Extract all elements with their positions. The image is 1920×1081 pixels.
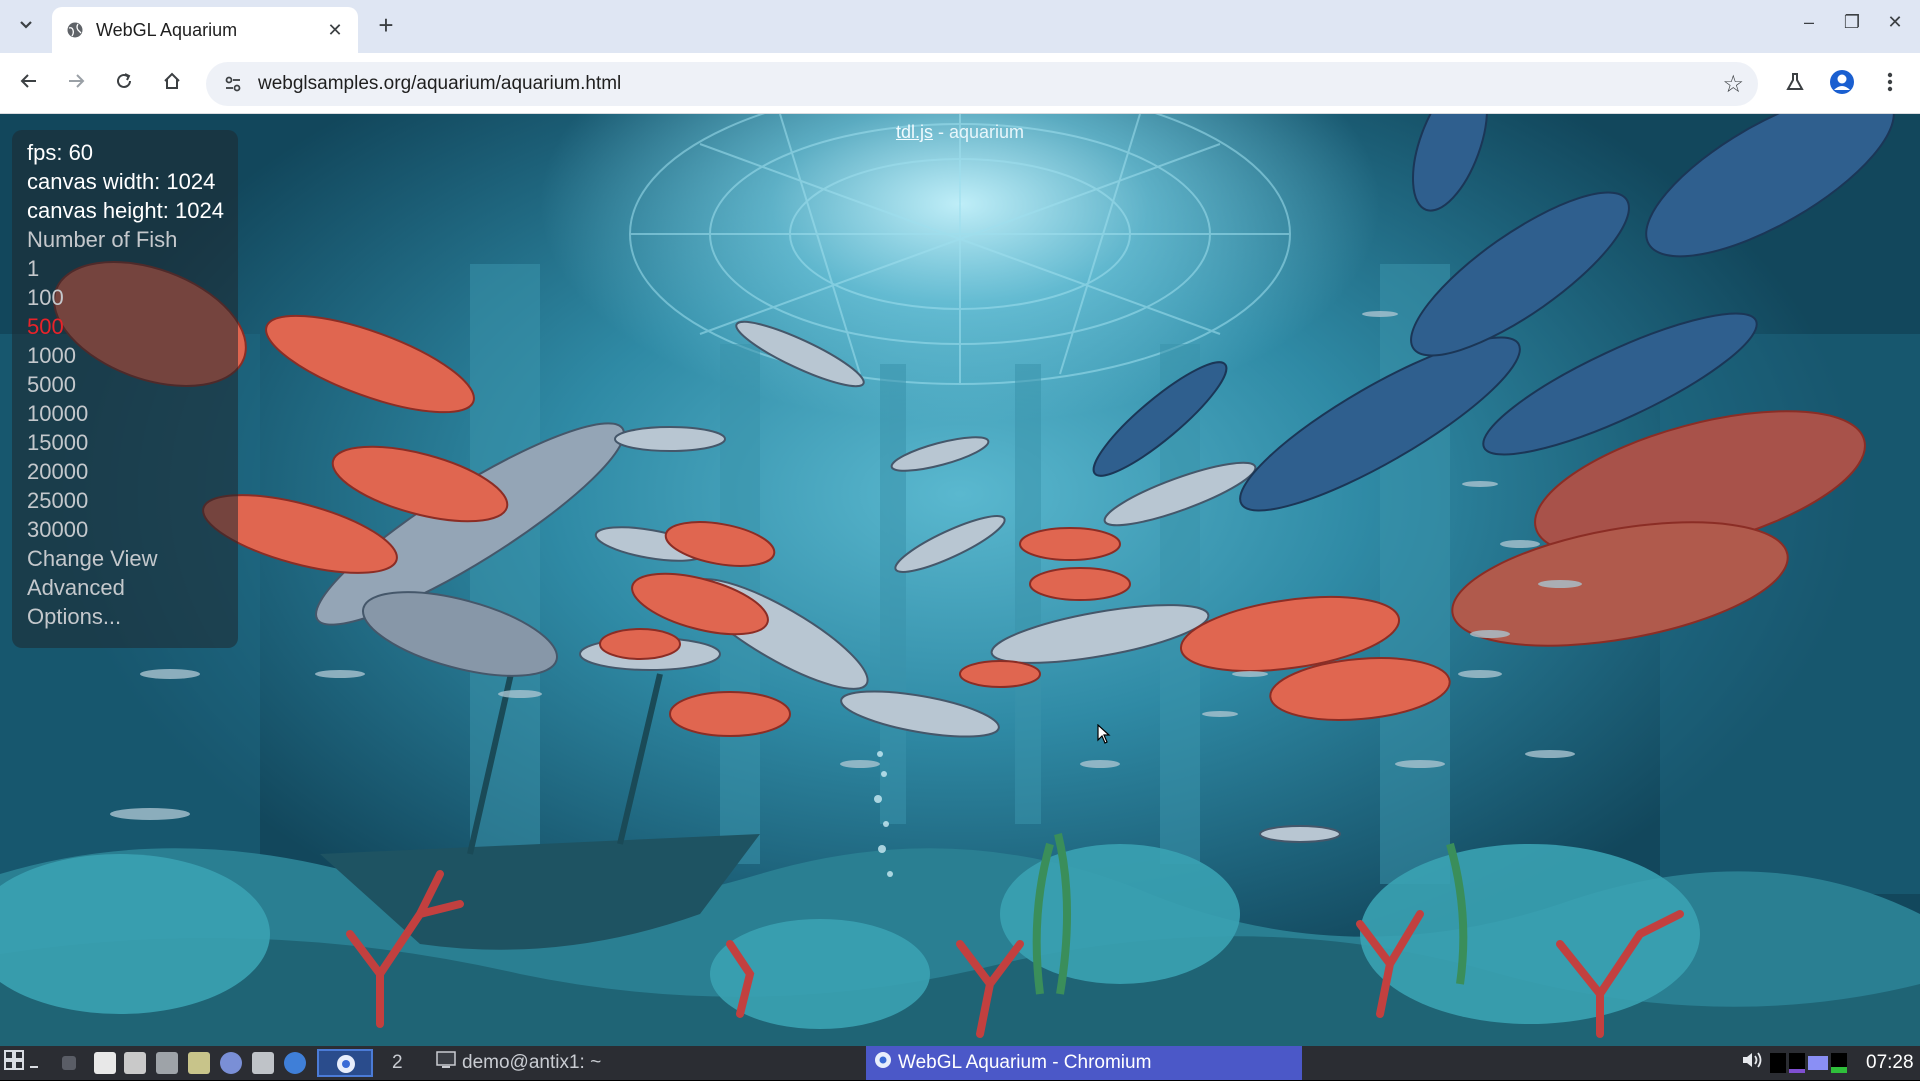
- terminal-task-label: demo@antix1: ~: [462, 1052, 602, 1073]
- storage-icon: [156, 1052, 178, 1074]
- network-monitor-icon: [1831, 1053, 1847, 1073]
- aquarium-scene: [0, 114, 1920, 1046]
- home-icon: [162, 71, 182, 97]
- folder-icon: [124, 1052, 146, 1074]
- fish-option-500[interactable]: 500: [27, 312, 238, 341]
- start-menu-button[interactable]: [4, 1046, 40, 1080]
- launcher-folder[interactable]: [124, 1046, 146, 1080]
- aquarium-canvas[interactable]: tdl.js - aquarium fps: 60 canvas width: …: [0, 114, 1920, 1046]
- system-tray-monitors: [1770, 1046, 1847, 1080]
- arrow-right-icon: [66, 71, 86, 97]
- show-desktop-button[interactable]: [62, 1046, 76, 1080]
- desktop-icon: [62, 1056, 76, 1070]
- canvas-width-readout: canvas width: 1024: [27, 169, 216, 194]
- page-title: tdl.js - aquarium: [0, 122, 1920, 143]
- package-icon: [252, 1052, 274, 1074]
- speaker-icon: [1741, 1050, 1765, 1076]
- launcher-package[interactable]: [252, 1046, 274, 1080]
- memory-monitor-icon: [1789, 1053, 1805, 1073]
- tab-search-button[interactable]: [12, 11, 40, 39]
- tab-title: WebGL Aquarium: [96, 19, 238, 40]
- fish-option-20000[interactable]: 20000: [27, 457, 238, 486]
- network-icon: [284, 1052, 306, 1074]
- menu-button[interactable]: [1874, 68, 1906, 100]
- taskbar: 2 demo@antix1: ~ WebGL Aquarium - Chromi…: [0, 1046, 1920, 1080]
- chromium-icon: [335, 1053, 357, 1081]
- home-button[interactable]: [157, 69, 187, 99]
- fish-option-5000[interactable]: 5000: [27, 370, 238, 399]
- address-bar[interactable]: webglsamples.org/aquarium/aquarium.html …: [206, 62, 1758, 106]
- profile-button[interactable]: [1826, 68, 1858, 100]
- start-menu-icon: [4, 1049, 40, 1077]
- fish-option-100[interactable]: 100: [27, 283, 238, 312]
- battery-icon: [1808, 1056, 1828, 1070]
- canvas-height-readout: canvas height: 1024: [27, 198, 224, 223]
- terminal-task[interactable]: demo@antix1: ~: [436, 1046, 601, 1080]
- maximize-button[interactable]: ❐: [1837, 12, 1867, 33]
- minimize-button[interactable]: –: [1794, 12, 1824, 33]
- workspace-1-button[interactable]: [317, 1049, 373, 1077]
- chromium-task-label: WebGL Aquarium - Chromium: [898, 1052, 1152, 1073]
- workspace-2-button[interactable]: 2: [392, 1046, 403, 1080]
- back-button[interactable]: [14, 69, 44, 99]
- launcher-storage[interactable]: [156, 1046, 178, 1080]
- terminal-icon: [436, 1051, 456, 1075]
- fish-option-30000[interactable]: 30000: [27, 515, 238, 544]
- url-text: webglsamples.org/aquarium/aquarium.html: [258, 73, 622, 94]
- chevron-down-icon: [19, 17, 33, 33]
- chromium-task-icon: [874, 1051, 892, 1075]
- labs-flask-button[interactable]: [1779, 68, 1811, 100]
- options-link[interactable]: Options...: [27, 602, 238, 631]
- mouse-pointer-icon: [1097, 723, 1111, 749]
- reload-icon: [114, 71, 134, 97]
- bookmark-star-icon[interactable]: ☆: [1722, 70, 1744, 99]
- advanced-link[interactable]: Advanced: [27, 573, 238, 602]
- flask-icon: [1784, 71, 1806, 98]
- cpu-monitor-icon: [1770, 1053, 1786, 1073]
- launcher-browser[interactable]: [220, 1046, 242, 1080]
- fish-option-15000[interactable]: 15000: [27, 428, 238, 457]
- fish-option-10000[interactable]: 10000: [27, 399, 238, 428]
- arrow-left-icon: [19, 71, 39, 97]
- compass-icon: [220, 1052, 242, 1074]
- tab-strip: WebGL Aquarium ✕ + – ❐ ✕: [0, 0, 1920, 53]
- forward-button[interactable]: [61, 69, 91, 99]
- tab-webgl-aquarium[interactable]: WebGL Aquarium ✕: [52, 7, 358, 53]
- document-icon: [94, 1052, 116, 1074]
- clock[interactable]: 07:28: [1866, 1046, 1914, 1080]
- globe-icon: [66, 21, 84, 39]
- fish-option-1000[interactable]: 1000: [27, 341, 238, 370]
- launcher-manager[interactable]: [188, 1046, 210, 1080]
- avatar-icon: [1829, 69, 1855, 100]
- fps-readout: fps: 60: [27, 140, 94, 165]
- number-of-fish-label: Number of Fish: [27, 227, 178, 252]
- launcher-files[interactable]: [94, 1046, 116, 1080]
- tdl-link[interactable]: tdl.js: [896, 122, 933, 142]
- reload-button[interactable]: [109, 69, 139, 99]
- close-tab-icon[interactable]: ✕: [324, 20, 346, 41]
- fish-option-25000[interactable]: 25000: [27, 486, 238, 515]
- close-window-button[interactable]: ✕: [1880, 12, 1910, 33]
- site-settings-icon[interactable]: [220, 71, 246, 97]
- window-icon: [188, 1052, 210, 1074]
- settings-overlay: fps: 60 canvas width: 1024 canvas height…: [12, 130, 238, 648]
- chromium-task[interactable]: WebGL Aquarium - Chromium: [866, 1046, 1302, 1080]
- change-view-link[interactable]: Change View: [27, 544, 238, 573]
- page-title-suffix: - aquarium: [932, 122, 1025, 142]
- volume-button[interactable]: [1741, 1046, 1765, 1080]
- launcher-network[interactable]: [284, 1046, 306, 1080]
- fish-option-1[interactable]: 1: [27, 254, 238, 283]
- kebab-menu-icon: [1887, 71, 1893, 98]
- new-tab-button[interactable]: +: [372, 12, 400, 40]
- browser-toolbar: webglsamples.org/aquarium/aquarium.html …: [0, 53, 1920, 114]
